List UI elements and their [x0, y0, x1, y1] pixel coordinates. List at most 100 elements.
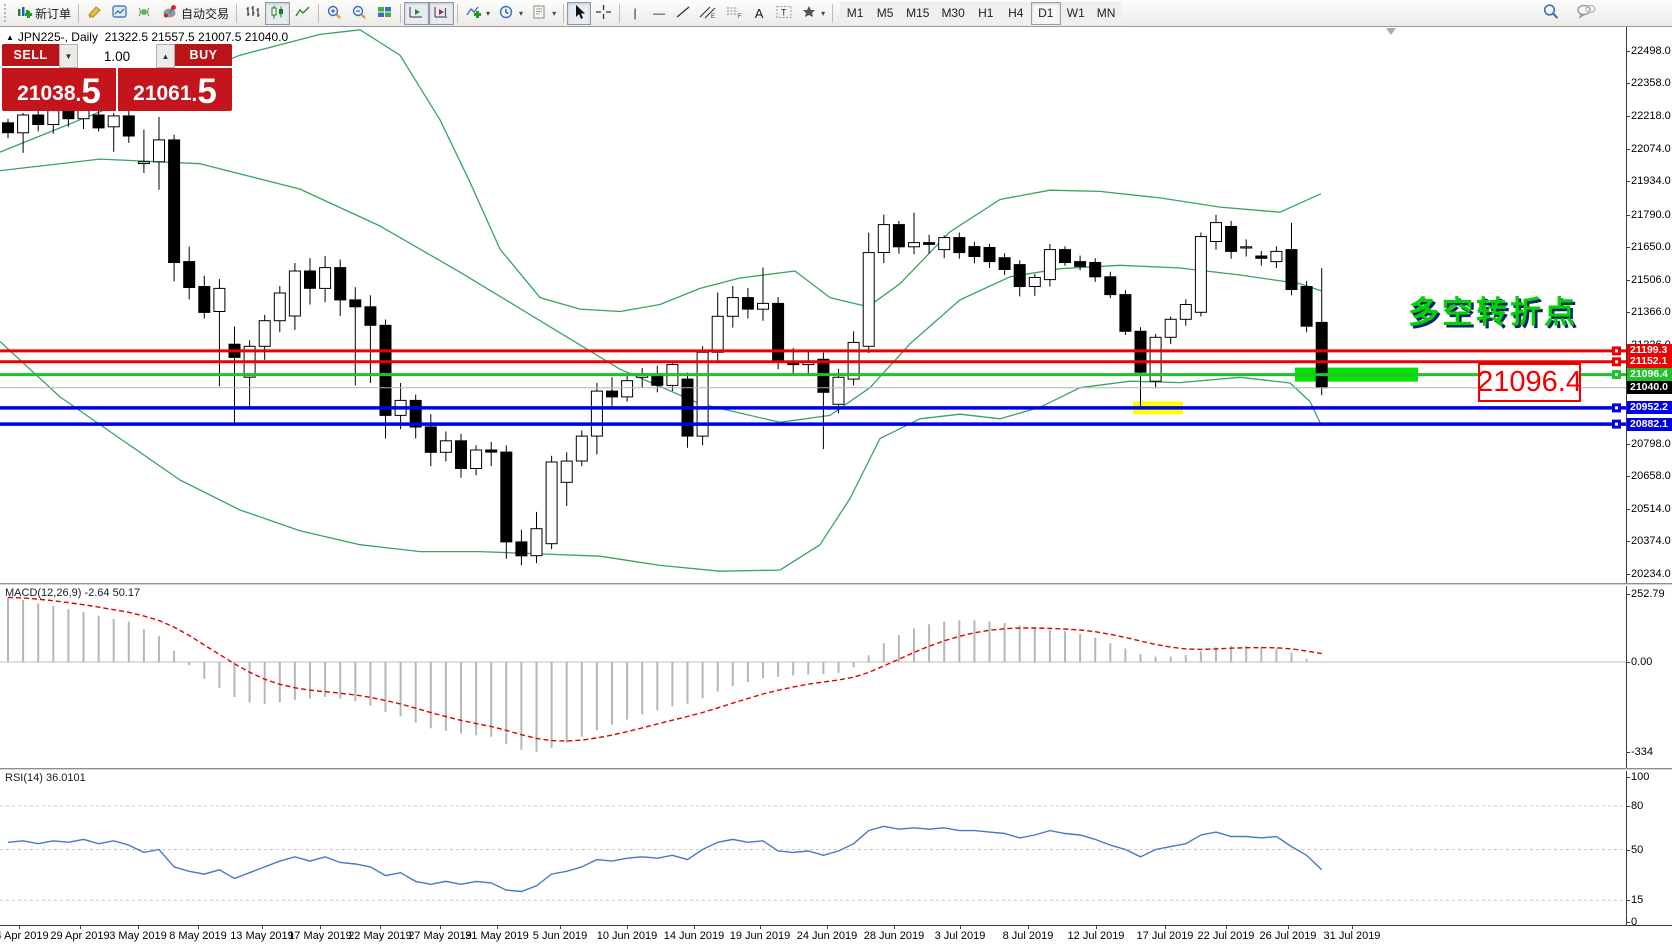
rsi-axis-tick [1626, 806, 1630, 807]
zoom-in-button[interactable] [322, 2, 347, 25]
search-button[interactable] [1538, 2, 1564, 25]
arrows-button[interactable]: ▾ [797, 2, 829, 25]
dropdown-arrow-icon: ▾ [486, 9, 490, 18]
buy-price[interactable]: 21061.5 [118, 68, 232, 111]
pane-splitter[interactable] [0, 768, 1672, 771]
bar-chart-button[interactable] [240, 2, 265, 25]
timeframe-m15[interactable]: M15 [900, 2, 935, 25]
periods-button[interactable]: ▾ [494, 2, 527, 25]
bull-candle [274, 293, 285, 321]
timeframe-m1[interactable]: M1 [840, 2, 870, 25]
timeframe-m5[interactable]: M5 [870, 2, 900, 25]
bear-candle [1090, 263, 1101, 277]
date-tick [380, 925, 381, 929]
price-axis-label: 21366.0 [1631, 306, 1671, 318]
pane-splitter[interactable] [0, 583, 1672, 586]
signals-button[interactable] [132, 2, 157, 25]
bear-candle [1316, 322, 1327, 387]
vertical-line-button[interactable]: | [623, 2, 647, 25]
toolbar-separator [400, 4, 401, 23]
candlestick-chart-button[interactable] [265, 2, 290, 25]
zoom-out-button[interactable] [347, 2, 372, 25]
fibonacci-button[interactable]: F [721, 2, 747, 25]
sell-button[interactable]: SELL [2, 44, 59, 68]
bear-candle [1286, 250, 1297, 290]
text-label-icon: T [775, 4, 793, 23]
timeframe-h1[interactable]: H1 [971, 2, 1001, 25]
sell-price-frac: 5 [81, 77, 100, 107]
cursor-button[interactable] [567, 2, 591, 25]
line-chart-button[interactable] [290, 2, 315, 25]
timeframe-h4[interactable]: H4 [1001, 2, 1031, 25]
volume-increase-button[interactable]: ▲ [156, 44, 175, 68]
crosshair-button[interactable] [591, 2, 616, 25]
bear-candle [184, 262, 195, 288]
autotrading-button[interactable]: 自动交易 [157, 2, 233, 25]
macd-axis-tick [1626, 594, 1630, 595]
chart-shift-marker[interactable] [1386, 28, 1396, 35]
auto-scroll-button[interactable] [404, 2, 429, 25]
price-callout-box[interactable]: 21096.4 [1478, 363, 1581, 402]
turning-point-annotation[interactable]: 多空转折点 [1408, 287, 1578, 332]
timeframe-m30[interactable]: M30 [935, 2, 970, 25]
dropdown-arrow-icon: ▾ [552, 9, 556, 18]
main-toolbar: 新订单 自动交易 ▾ ▾ [0, 0, 1672, 27]
date-tick [560, 925, 561, 929]
charts-window-button[interactable] [107, 2, 132, 25]
bull-candle [546, 462, 557, 544]
date-tick [19, 925, 20, 929]
price-axis-label: 22498.0 [1631, 45, 1671, 57]
toolbar-separator [832, 4, 833, 23]
equidistant-channel-button[interactable]: E [695, 2, 721, 25]
rsi-pane[interactable] [0, 771, 1672, 925]
rsi-axis-label: 100 [1631, 771, 1649, 783]
macd-pane[interactable] [0, 586, 1672, 768]
price-axis-label: 22074.0 [1631, 143, 1671, 155]
bull-candle [727, 298, 738, 317]
horizontal-line-button[interactable]: — [647, 2, 671, 25]
timeframe-d1[interactable]: D1 [1031, 2, 1061, 25]
bull-candle [863, 253, 874, 347]
bull-candle [833, 377, 844, 404]
bear-candle [486, 450, 497, 452]
text-label-button[interactable]: T [771, 2, 797, 25]
sell-price[interactable]: 21038.5 [2, 68, 118, 111]
templates-button[interactable]: ▾ [527, 2, 560, 25]
bear-candle [984, 248, 995, 262]
new-order-label: 新订单 [35, 5, 71, 22]
price-axis-label: 21934.0 [1631, 175, 1671, 187]
volume-input[interactable] [78, 44, 156, 68]
auto-scroll-icon [408, 4, 425, 23]
ohlc-values-label: 21322.5 21557.5 21007.5 21040.0 [105, 30, 289, 44]
price-axis-tick [1626, 247, 1630, 248]
zoom-in-icon [326, 4, 343, 23]
bull-candle [712, 316, 723, 352]
bear-candle [425, 427, 436, 452]
quick-trade-expander-icon[interactable]: ▲ [6, 33, 14, 42]
buy-price-frac: 5 [197, 77, 216, 107]
timeframe-w1[interactable]: W1 [1061, 2, 1091, 25]
arrows-icon [801, 4, 817, 23]
volume-decrease-button[interactable]: ▼ [59, 44, 78, 68]
bull-candle [440, 441, 451, 453]
timeframe-mn[interactable]: MN [1091, 2, 1122, 25]
date-tick [1352, 925, 1353, 929]
date-tick [1165, 925, 1166, 929]
bull-candle [1271, 251, 1282, 261]
tile-windows-button[interactable] [372, 2, 397, 25]
bull-candle [531, 529, 542, 556]
chart-shift-button[interactable] [429, 2, 454, 25]
chat-button[interactable] [1572, 2, 1600, 25]
new-order-button[interactable]: 新订单 [12, 2, 75, 25]
indicators-button[interactable]: ▾ [461, 2, 494, 25]
text-button[interactable]: A [747, 2, 771, 25]
chat-icon [1576, 3, 1596, 23]
trendline-button[interactable] [671, 2, 695, 25]
highlighter-button[interactable] [82, 2, 107, 25]
price-axis-label: 20658.0 [1631, 470, 1671, 482]
bear-candle [335, 268, 346, 300]
price-axis-tick [1626, 116, 1630, 117]
bear-candle [1014, 265, 1025, 287]
text-icon: A [755, 7, 764, 20]
buy-button[interactable]: BUY [175, 44, 232, 68]
